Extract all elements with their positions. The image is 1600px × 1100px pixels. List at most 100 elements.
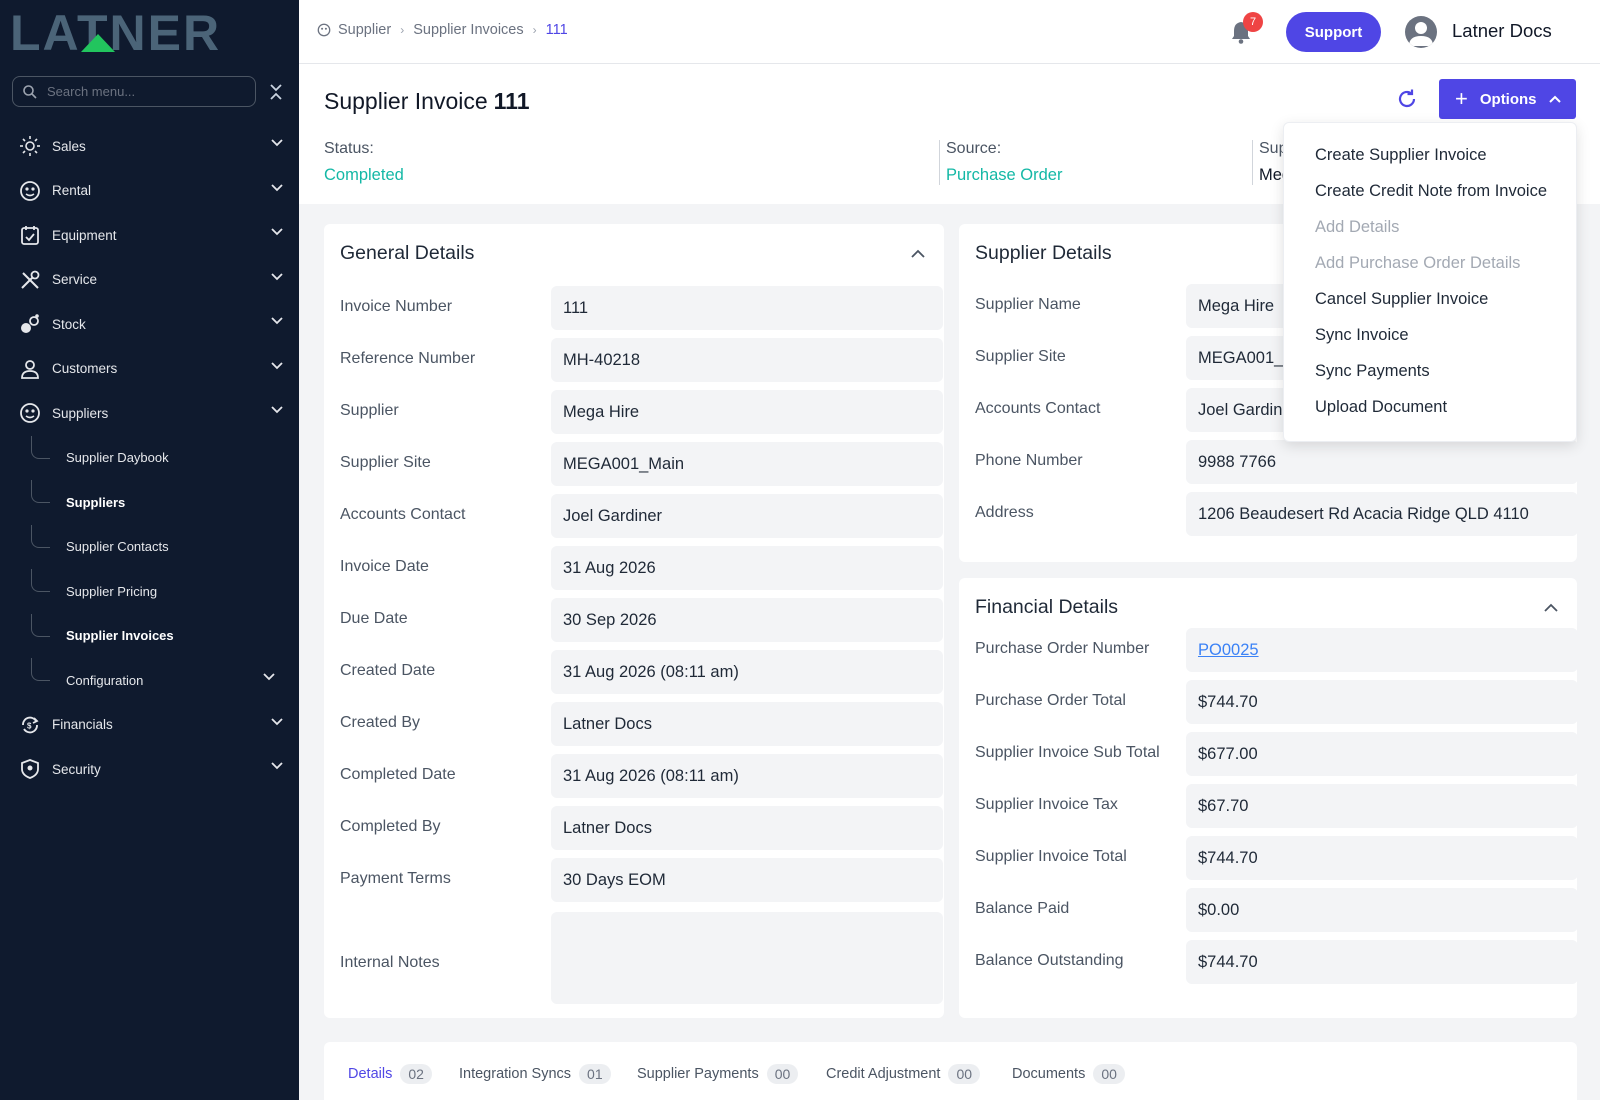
sidebar-subitem-supplier-pricing[interactable]: Supplier Pricing	[0, 569, 299, 614]
internal-notes-field[interactable]	[551, 912, 943, 1004]
menu-search-input[interactable]	[47, 84, 237, 99]
field-row-address: Address 1206 Beaudesert Rd Acacia Ridge Q…	[975, 492, 1593, 536]
latner-logo[interactable]: LATNER	[10, 10, 280, 54]
svg-text:LATNER: LATNER	[10, 10, 221, 54]
field-value-created-by[interactable]: Latner Docs	[551, 702, 943, 746]
field-value-completed-by[interactable]: Latner Docs	[551, 806, 943, 850]
chevron-down-icon	[271, 272, 283, 280]
field-row-accounts-contact: Accounts Contact Joel Gardiner	[340, 494, 960, 538]
menu-item-create-credit-note-from-invoice[interactable]: Create Credit Note from Invoice	[1315, 182, 1547, 201]
field-label: Address	[975, 504, 1034, 521]
chevron-down-icon	[271, 317, 283, 325]
field-label: Accounts Contact	[975, 400, 1101, 417]
tab-label: Integration Syncs	[459, 1066, 572, 1082]
equipment-icon	[18, 223, 42, 247]
sidebar-subitem-label: Supplier Invoices	[66, 628, 174, 644]
tab-label: Documents	[1012, 1066, 1086, 1082]
sidebar-subitem-suppliers[interactable]: Suppliers	[0, 480, 299, 525]
general-details-title: General Details	[340, 242, 475, 264]
field-value-invoice-number[interactable]: 111	[551, 286, 943, 330]
field-row-supplier-invoice-total: Supplier Invoice Total $744.70	[975, 836, 1593, 880]
user-name[interactable]: Latner Docs	[1452, 20, 1552, 42]
page-title-text: Supplier Invoice	[324, 88, 488, 114]
menu-item-sync-invoice[interactable]: Sync Invoice	[1315, 326, 1409, 345]
sidebar-item-customers[interactable]: Customers	[0, 347, 299, 392]
field-label: Completed By	[340, 818, 441, 835]
sidebar-item-equipment[interactable]: Equipment	[0, 213, 299, 258]
sidebar-subitem-configuration[interactable]: Configuration	[0, 658, 299, 703]
plus-icon: +	[1455, 86, 1468, 111]
stock-icon	[18, 312, 42, 336]
options-button[interactable]: + Options	[1439, 79, 1576, 119]
sidebar-subitem-supplier-invoices[interactable]: Supplier Invoices	[0, 613, 299, 659]
support-button[interactable]: Support	[1286, 12, 1381, 52]
chevron-down-icon	[271, 762, 283, 770]
field-value-due-date[interactable]: 30 Sep 2026	[551, 598, 943, 642]
field-value-accounts-contact[interactable]: Joel Gardiner	[551, 494, 943, 538]
sidebar-subitem-label: Supplier Contacts	[66, 539, 169, 555]
sidebar-item-financials[interactable]: $ Financials	[0, 703, 299, 748]
avatar[interactable]	[1405, 16, 1437, 48]
tab-supplier-payments[interactable]: Supplier Payments 00	[637, 1064, 799, 1084]
sidebar-item-service[interactable]: Service	[0, 258, 299, 303]
field-value-supplier-invoice-total[interactable]: $744.70	[1186, 836, 1578, 880]
field-row-balance-paid: Balance Paid $0.00	[975, 888, 1593, 932]
sidebar-item-stock[interactable]: Stock	[0, 302, 299, 347]
field-value-address[interactable]: 1206 Beaudesert Rd Acacia Ridge QLD 4110	[1186, 492, 1578, 536]
breadcrumb-supplier-invoices[interactable]: Supplier Invoices	[413, 22, 523, 38]
field-row-invoice-date: Invoice Date 31 Aug 2026	[340, 546, 960, 590]
source-label: Source:	[946, 140, 1002, 157]
chevron-up-icon[interactable]	[1543, 600, 1559, 616]
tab-integration-syncs[interactable]: Integration Syncs 01	[459, 1064, 611, 1084]
menu-item-cancel-supplier-invoice[interactable]: Cancel Supplier Invoice	[1315, 290, 1488, 309]
sidebar-item-security[interactable]: Security	[0, 747, 299, 792]
collapse-sidebar-icon[interactable]	[268, 82, 284, 102]
source-value: Purchase Order	[946, 166, 1063, 184]
field-value-reference-number[interactable]: MH-40218	[551, 338, 943, 382]
field-row-created-by: Created By Latner Docs	[340, 702, 960, 746]
field-value-completed-date[interactable]: 31 Aug 2026 (08:11 am)	[551, 754, 943, 798]
breadcrumb-supplier[interactable]: Supplier	[338, 22, 391, 38]
status-meta: Status: Completed	[324, 140, 404, 185]
field-value-invoice-date[interactable]: 31 Aug 2026	[551, 546, 943, 590]
field-value-supplier-invoice-sub-total[interactable]: $677.00	[1186, 732, 1578, 776]
menu-item-create-supplier-invoice[interactable]: Create Supplier Invoice	[1315, 146, 1487, 165]
tab-label: Details	[348, 1066, 393, 1082]
field-value-balance-outstanding[interactable]: $744.70	[1186, 940, 1578, 984]
menu-item-sync-payments[interactable]: Sync Payments	[1315, 362, 1430, 381]
tab-details[interactable]: Details 02	[348, 1064, 432, 1084]
chevron-up-icon[interactable]	[910, 246, 926, 262]
financial-details-title: Financial Details	[975, 596, 1119, 618]
field-value-phone-number[interactable]: 9988 7766	[1186, 440, 1578, 484]
menu-item-upload-document[interactable]: Upload Document	[1315, 398, 1447, 417]
field-row-payment-terms: Payment Terms 30 Days EOM	[340, 858, 960, 902]
field-value-supplier[interactable]: Mega Hire	[551, 390, 943, 434]
sidebar-subitem-supplier-daybook[interactable]: Supplier Daybook	[0, 435, 299, 481]
chevron-down-icon	[271, 183, 283, 191]
field-label: Created Date	[340, 662, 436, 679]
field-row-due-date: Due Date 30 Sep 2026	[340, 598, 960, 642]
field-value-purchase-order-total[interactable]: $744.70	[1186, 680, 1578, 724]
field-value-payment-terms[interactable]: 30 Days EOM	[551, 858, 943, 902]
rental-icon	[18, 179, 42, 203]
field-value-purchase-order-number[interactable]: PO0025	[1186, 628, 1578, 672]
sidebar-subitem-supplier-contacts[interactable]: Supplier Contacts	[0, 524, 299, 570]
field-value-supplier-invoice-tax[interactable]: $67.70	[1186, 784, 1578, 828]
purchase-order-link[interactable]: PO0025	[1198, 641, 1259, 660]
service-icon	[18, 268, 42, 292]
invoice-number: 111	[493, 88, 530, 114]
field-value-balance-paid[interactable]: $0.00	[1186, 888, 1578, 932]
tab-documents[interactable]: Documents 00	[1012, 1064, 1125, 1084]
general-details-card: General Details Invoice Number 111 Referen…	[324, 224, 944, 1018]
field-row-purchase-order-total: Purchase Order Total $744.70	[975, 680, 1593, 724]
tab-count-badge: 00	[1093, 1064, 1125, 1084]
field-value-created-date[interactable]: 31 Aug 2026 (08:11 am)	[551, 650, 943, 694]
sidebar-item-rental[interactable]: Rental	[0, 169, 299, 214]
sidebar-item-suppliers[interactable]: Suppliers	[0, 391, 299, 436]
field-row-supplier-site: Supplier Site MEGA001_Main	[340, 442, 960, 486]
sidebar-item-sales[interactable]: Sales	[0, 124, 299, 169]
field-row-supplier-invoice-tax: Supplier Invoice Tax $67.70	[975, 784, 1593, 828]
refresh-icon[interactable]	[1396, 88, 1418, 110]
field-value-supplier-site[interactable]: MEGA001_Main	[551, 442, 943, 486]
tab-credit-adjustment[interactable]: Credit Adjustment 00	[826, 1064, 981, 1084]
